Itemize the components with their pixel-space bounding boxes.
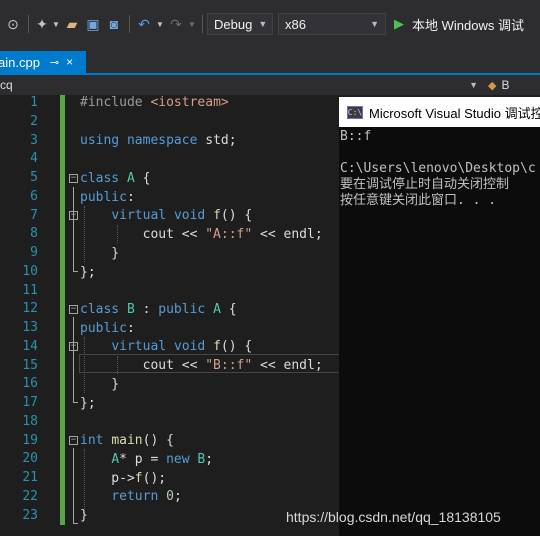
console-line: 按任意键关闭此窗口. . .	[340, 193, 497, 208]
member-scope-dropdown[interactable]: ◆ B	[488, 75, 540, 95]
console-line: 要在调试停止时自动关闭控制	[340, 177, 510, 192]
navigation-bar: cq ▼ ◆ B	[0, 75, 540, 95]
chevron-down-icon: ▼	[469, 80, 478, 90]
open-file-icon[interactable]: ▰	[61, 13, 83, 35]
main-toolbar: ⊙ ✦ ▼ ▰ ▣ ◙ ↶ ▼ ↷ ▼ Debug ▼ x86 ▼ ▶ 本地 W…	[0, 0, 540, 48]
pin-icon[interactable]: ⊸	[50, 56, 59, 69]
project-scope-dropdown[interactable]: cq ▼	[0, 75, 486, 95]
tab-main-cpp[interactable]: ain.cpp ⊸ ×	[0, 51, 86, 73]
collapse-icon[interactable]: −	[69, 342, 78, 351]
project-scope-value: cq	[0, 78, 13, 92]
collapse-icon[interactable]: −	[69, 174, 78, 183]
console-line: C:\Users\lenovo\Desktop\c	[340, 161, 536, 176]
save-all-icon[interactable]: ◙	[103, 13, 125, 35]
platform-value: x86	[285, 16, 306, 32]
collapse-icon[interactable]: −	[69, 436, 78, 445]
configuration-value: Debug	[214, 16, 253, 32]
toolbar-separator	[202, 15, 203, 33]
member-scope-value: B	[501, 78, 510, 92]
play-icon: ▶	[394, 16, 404, 31]
debug-console-window[interactable]: C:\ Microsoft Visual Studio 调试控 B::fC:\U…	[339, 97, 540, 536]
console-title-bar[interactable]: C:\ Microsoft Visual Studio 调试控	[339, 97, 540, 127]
solution-configuration-dropdown[interactable]: Debug ▼	[207, 13, 273, 35]
line-number: 11	[22, 282, 38, 298]
class-icon: ◆	[488, 79, 497, 92]
save-icon[interactable]: ▣	[83, 13, 103, 35]
line-number: 4	[30, 151, 38, 167]
line-number: 2	[30, 113, 38, 129]
tab-label: ain.cpp	[0, 54, 40, 70]
console-line: B::f	[340, 129, 372, 144]
redo-dropdown-icon[interactable]: ▼	[186, 13, 198, 35]
redo-icon[interactable]: ↷	[166, 13, 186, 35]
collapse-icon[interactable]: −	[69, 211, 78, 220]
document-tab-strip: ain.cpp ⊸ ×	[0, 48, 540, 75]
watermark: https://blog.csdn.net/qq_18138105	[286, 509, 501, 525]
collapse-icon[interactable]: −	[69, 305, 78, 314]
close-icon[interactable]: ×	[66, 55, 73, 69]
new-item-dropdown-icon[interactable]: ▼	[51, 13, 61, 35]
toolbar-separator	[129, 15, 130, 33]
line-number: 18	[22, 413, 38, 429]
undo-dropdown-icon[interactable]: ▼	[154, 13, 166, 35]
new-item-icon[interactable]: ✦	[33, 13, 51, 35]
chevron-down-icon: ▼	[370, 19, 379, 29]
undo-icon[interactable]: ↶	[134, 13, 154, 35]
console-output: B::fC:\Users\lenovo\Desktop\c 要在调试停止时自动关闭…	[339, 127, 540, 536]
start-debugging-button[interactable]: ▶ 本地 Windows 调试	[394, 15, 524, 34]
chevron-down-icon: ▼	[258, 19, 268, 29]
start-debugging-label: 本地 Windows 调试	[412, 17, 524, 33]
solution-platform-dropdown[interactable]: x86 ▼	[278, 13, 386, 35]
back-icon[interactable]: ⊙	[2, 13, 24, 35]
toolbar-separator	[28, 15, 29, 33]
console-app-icon: C:\	[347, 105, 363, 119]
console-title: Microsoft Visual Studio 调试控	[369, 105, 540, 121]
